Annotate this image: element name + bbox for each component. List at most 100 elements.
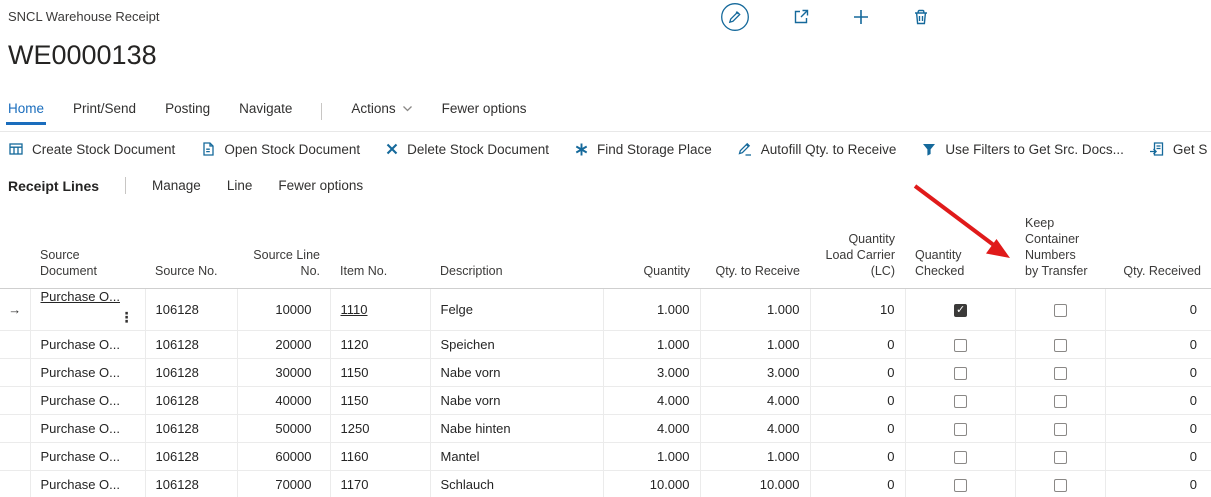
cell-quantity-checked[interactable] [905,470,1015,497]
quantity-checked-checkbox[interactable] [954,304,967,317]
cell-keep-container[interactable] [1015,414,1105,442]
cell-keep-container[interactable] [1015,358,1105,386]
cell-qty-received[interactable]: 0 [1105,470,1211,497]
row-selector-cell[interactable] [0,386,30,414]
cell-qty-to-receive[interactable]: 4.000 [700,414,810,442]
cell-qty-received[interactable]: 0 [1105,386,1211,414]
row-selector-cell[interactable] [0,442,30,470]
share-icon[interactable] [792,8,810,26]
keep-container-checkbox[interactable] [1054,339,1067,352]
line-menu-button[interactable]: Line [227,178,253,193]
cell-quantity[interactable]: 1.000 [603,288,700,330]
manage-menu-button[interactable]: Manage [152,178,201,193]
table-row[interactable]: Purchase O...106128500001250Nabe hinten4… [0,414,1211,442]
cell-keep-container[interactable] [1015,442,1105,470]
tab-print-send[interactable]: Print/Send [73,101,136,122]
cell-source-line-no[interactable]: 60000 [237,442,330,470]
cell-item-no[interactable]: 1160 [330,442,430,470]
selected-row-marker[interactable]: → [0,288,30,330]
cell-item-no[interactable]: 1120 [330,330,430,358]
action-create-stock-document[interactable]: Create Stock Document [8,141,175,157]
cell-source-no[interactable]: 106128 [145,386,237,414]
cell-description[interactable]: Nabe vorn [430,358,603,386]
keep-container-checkbox[interactable] [1054,451,1067,464]
cell-qty-received[interactable]: 0 [1105,414,1211,442]
cell-quantity-checked[interactable] [905,386,1015,414]
cell-quantity[interactable]: 10.000 [603,470,700,497]
keep-container-checkbox[interactable] [1054,423,1067,436]
cell-qty-received[interactable]: 0 [1105,442,1211,470]
tab-navigate[interactable]: Navigate [239,101,292,122]
cell-quantity[interactable]: 1.000 [603,330,700,358]
cell-quantity-checked[interactable] [905,414,1015,442]
cell-quantity[interactable]: 1.000 [603,442,700,470]
cell-item-no[interactable]: 1150 [330,358,430,386]
cell-source-no[interactable]: 106128 [145,470,237,497]
cell-source-no[interactable]: 106128 [145,288,237,330]
action-get-source-documents[interactable]: Get S [1149,141,1208,157]
tab-home[interactable]: Home [8,101,44,122]
column-header-description[interactable]: Description [430,204,603,288]
cell-qty-to-receive[interactable]: 1.000 [700,288,810,330]
cell-qty-load-carrier[interactable]: 0 [810,470,905,497]
cell-source-no[interactable]: 106128 [145,330,237,358]
table-row[interactable]: Purchase O...106128600001160Mantel1.0001… [0,442,1211,470]
cell-description[interactable]: Mantel [430,442,603,470]
keep-container-checkbox[interactable] [1054,479,1067,492]
cell-keep-container[interactable] [1015,386,1105,414]
column-header-selector[interactable] [0,204,30,288]
cell-description[interactable]: Nabe vorn [430,386,603,414]
cell-qty-load-carrier[interactable]: 0 [810,386,905,414]
cell-qty-to-receive[interactable]: 10.000 [700,470,810,497]
cell-item-no[interactable]: 1170 [330,470,430,497]
cell-item-no[interactable]: 1110 [330,288,430,330]
action-open-stock-document[interactable]: Open Stock Document [200,141,360,157]
cell-source-document[interactable]: Purchase O... [30,442,145,470]
cell-qty-load-carrier[interactable]: 0 [810,442,905,470]
cell-qty-received[interactable]: 0 [1105,358,1211,386]
column-header-qty-to-receive[interactable]: Qty. to Receive [700,204,810,288]
table-row[interactable]: Purchase O...106128200001120Speichen1.00… [0,330,1211,358]
cell-quantity-checked[interactable] [905,442,1015,470]
cell-description[interactable]: Nabe hinten [430,414,603,442]
row-selector-cell[interactable] [0,414,30,442]
row-selector-cell[interactable] [0,358,30,386]
cell-qty-load-carrier[interactable]: 0 [810,330,905,358]
tab-posting[interactable]: Posting [165,101,210,122]
fewer-options-button[interactable]: Fewer options [442,101,527,122]
action-use-filters-to-get-src-docs[interactable]: Use Filters to Get Src. Docs... [921,141,1124,157]
quantity-checked-checkbox[interactable] [954,451,967,464]
cell-source-document[interactable]: Purchase O... [30,470,145,497]
cell-keep-container[interactable] [1015,470,1105,497]
column-header-keep-container[interactable]: Keep Container Numbers by Transfer [1015,204,1105,288]
column-header-qty-load-carrier[interactable]: Quantity Load Carrier (LC) [810,204,905,288]
cell-source-no[interactable]: 106128 [145,414,237,442]
quantity-checked-checkbox[interactable] [954,395,967,408]
action-find-storage-place[interactable]: Find Storage Place [574,142,712,157]
quantity-checked-checkbox[interactable] [954,339,967,352]
cell-keep-container[interactable] [1015,330,1105,358]
cell-source-line-no[interactable]: 20000 [237,330,330,358]
cell-quantity-checked[interactable] [905,358,1015,386]
cell-source-line-no[interactable]: 10000 [237,288,330,330]
cell-description[interactable]: Felge [430,288,603,330]
table-row[interactable]: Purchase O...106128300001150Nabe vorn3.0… [0,358,1211,386]
cell-quantity[interactable]: 3.000 [603,358,700,386]
cell-quantity-checked[interactable] [905,330,1015,358]
cell-source-document[interactable]: Purchase O...⋮ [30,288,145,330]
cell-item-no[interactable]: 1250 [330,414,430,442]
cell-source-line-no[interactable]: 40000 [237,386,330,414]
column-header-source-document[interactable]: Source Document [30,204,145,288]
cell-qty-load-carrier[interactable]: 0 [810,358,905,386]
cell-qty-to-receive[interactable]: 3.000 [700,358,810,386]
cell-qty-received[interactable]: 0 [1105,330,1211,358]
cell-qty-to-receive[interactable]: 1.000 [700,330,810,358]
table-row[interactable]: Purchase O...106128400001150Nabe vorn4.0… [0,386,1211,414]
column-header-source-no[interactable]: Source No. [145,204,237,288]
add-icon[interactable] [852,8,870,26]
cell-qty-to-receive[interactable]: 1.000 [700,442,810,470]
edit-pencil-icon[interactable] [720,2,750,32]
cell-description[interactable]: Schlauch [430,470,603,497]
cell-quantity[interactable]: 4.000 [603,386,700,414]
cell-source-line-no[interactable]: 50000 [237,414,330,442]
